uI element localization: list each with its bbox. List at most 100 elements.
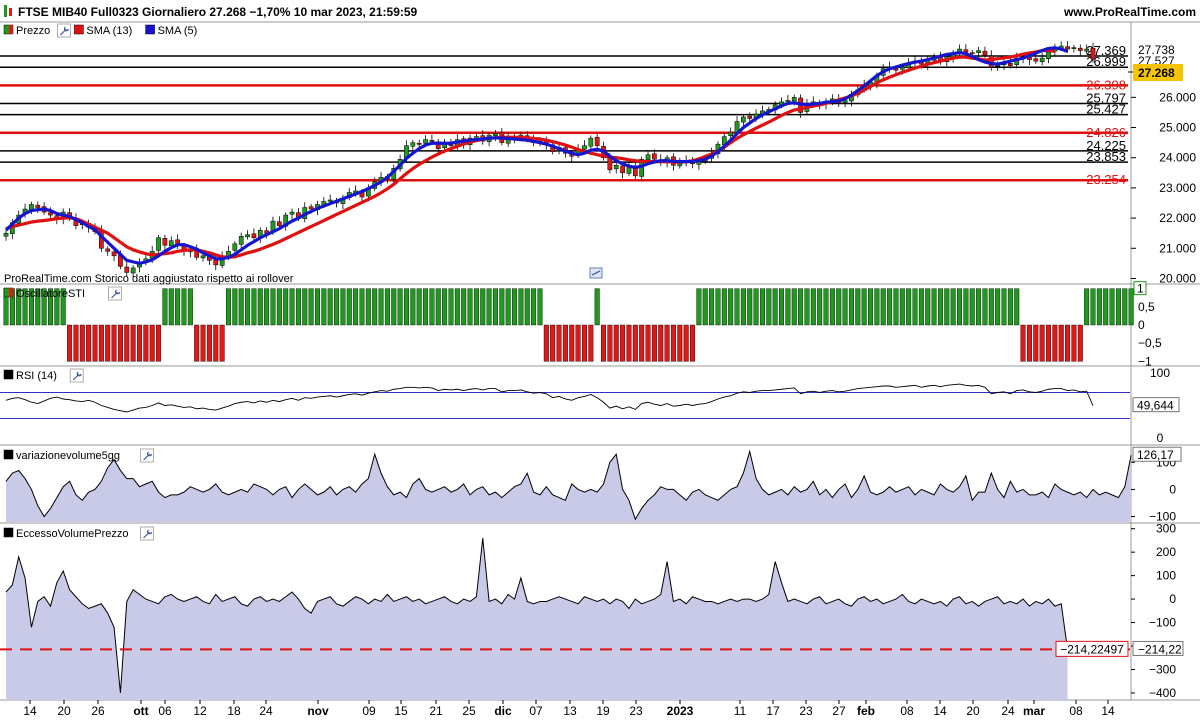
- oscillator-bar: [283, 288, 289, 326]
- oscillator-bar: [499, 288, 505, 326]
- rsi-bands: [0, 392, 1130, 419]
- x-tick-label: 26: [91, 704, 105, 718]
- oscillator-bar: [639, 324, 645, 362]
- volume-change-legend[interactable]: variazionevolume5gg: [3, 448, 155, 463]
- oscillator-bar: [594, 288, 600, 326]
- oscillator-bar: [1052, 324, 1058, 362]
- volume-excess-legend[interactable]: EccessoVolumePrezzo: [3, 526, 155, 541]
- oscillator-bar: [709, 288, 715, 326]
- oscillator-bar: [175, 288, 181, 326]
- y-tick-label: 0: [1169, 482, 1176, 496]
- oscillator-bar: [658, 324, 664, 362]
- legend-label: RSI (14): [16, 370, 57, 382]
- x-tick-label: nov: [307, 704, 329, 718]
- oscillator-bar: [887, 288, 893, 326]
- oscillator-bar: [1058, 324, 1064, 362]
- candle-body: [232, 243, 238, 251]
- oscillator-bar: [569, 324, 575, 362]
- candle-body: [620, 165, 625, 174]
- oscillator-bar: [518, 288, 524, 326]
- oscillator-legend[interactable]: OscillatoreSTI: [3, 286, 122, 301]
- ve-last-text: −214,22: [1138, 642, 1182, 656]
- candle-body: [1065, 46, 1070, 50]
- oscillator-bar: [454, 288, 460, 326]
- oscillator-bar: [130, 324, 136, 362]
- wrench-icon-box: [108, 286, 122, 301]
- candle-body: [35, 204, 41, 208]
- oscillator-bar: [162, 288, 168, 326]
- chart-title: FTSE MIB40 Full0323 Giornaliero 27.268 −…: [18, 5, 418, 19]
- oscillator-bar: [785, 288, 791, 326]
- oscillator-bar: [442, 288, 448, 326]
- oscillator-bar: [937, 288, 943, 326]
- price-y-tick-label: 25.000: [1159, 121, 1196, 135]
- level-label: 24.225: [1086, 138, 1126, 153]
- x-tick-label: 14: [933, 704, 947, 718]
- oscillator-bar: [372, 288, 378, 326]
- oscillator-bar: [588, 324, 594, 362]
- x-tick-label: 19: [596, 704, 610, 718]
- legend-label: variazionevolume5gg: [16, 450, 120, 462]
- candle-body: [785, 100, 791, 102]
- oscillator-bar: [874, 288, 880, 326]
- oscillator-bar: [562, 324, 568, 362]
- oscillator-bar: [899, 288, 905, 326]
- price-candles: [3, 41, 1096, 278]
- oscillator-bar: [194, 324, 200, 362]
- oscillator-bar: [740, 288, 746, 326]
- oscillator-bar: [225, 288, 231, 326]
- oscillator-bar: [67, 324, 73, 362]
- candle-body: [429, 139, 435, 142]
- oscillator-bar: [988, 288, 994, 326]
- oscillator-bar: [963, 288, 969, 326]
- price-legend[interactable]: Prezzo SMA (13) SMA (5): [3, 23, 197, 38]
- oscillator-bar: [842, 288, 848, 326]
- oscillator-bar: [912, 288, 918, 326]
- osc-last-label: 1: [1137, 282, 1144, 296]
- rsi-legend[interactable]: RSI (14): [3, 368, 84, 383]
- oscillator-bar: [626, 324, 632, 362]
- candle-body: [1008, 62, 1013, 66]
- oscillator-bar: [270, 288, 276, 326]
- x-tick-label: 2023: [667, 704, 694, 718]
- x-tick-label: 23: [629, 704, 643, 718]
- oscillator-bar: [632, 324, 638, 362]
- oscillator-bar: [607, 324, 613, 362]
- oscillator-bar: [798, 288, 804, 326]
- oscillator-bar: [168, 288, 174, 326]
- volume-excess-area: [6, 538, 1068, 700]
- oscillator-bar: [918, 288, 924, 326]
- y-tick-label: 200: [1156, 545, 1176, 559]
- oscillator-bar: [1071, 324, 1077, 362]
- oscillator-bar: [950, 288, 956, 326]
- oscillator-bar: [423, 288, 429, 326]
- oscillator-bar: [1096, 288, 1102, 326]
- y-tick-label: −300: [1149, 662, 1176, 676]
- wrench-icon: [108, 286, 122, 301]
- sma5-series-line: [4, 46, 1069, 265]
- oscillator-bar: [690, 324, 696, 362]
- x-tick-label: 07: [529, 704, 543, 718]
- oscillator-bar: [601, 324, 607, 362]
- candle-body: [251, 233, 257, 238]
- oscillator-bar: [804, 288, 810, 326]
- candle-body: [245, 234, 250, 238]
- oscillator-bar: [880, 288, 886, 326]
- oscillator-bar: [925, 288, 931, 326]
- wrench-icon-box: [69, 368, 84, 383]
- oscillator-bar: [957, 288, 963, 326]
- oscillator-bar: [944, 288, 950, 326]
- oscillator-bar: [696, 288, 702, 326]
- rsi-y-tick-label: 100: [1150, 366, 1170, 380]
- x-tick-label: 24: [259, 704, 273, 718]
- x-tick-label: 08: [1069, 704, 1083, 718]
- news-marker-icon[interactable]: [589, 267, 603, 279]
- y-tick-label: 300: [1156, 522, 1176, 536]
- candle-body: [327, 199, 333, 202]
- oscillator-bar: [98, 324, 104, 362]
- oscillator-bar: [302, 288, 308, 326]
- candle-body: [238, 235, 244, 245]
- oscillator-bar: [759, 288, 765, 326]
- candle-body: [1077, 47, 1083, 51]
- oscillator-bar: [1033, 324, 1039, 362]
